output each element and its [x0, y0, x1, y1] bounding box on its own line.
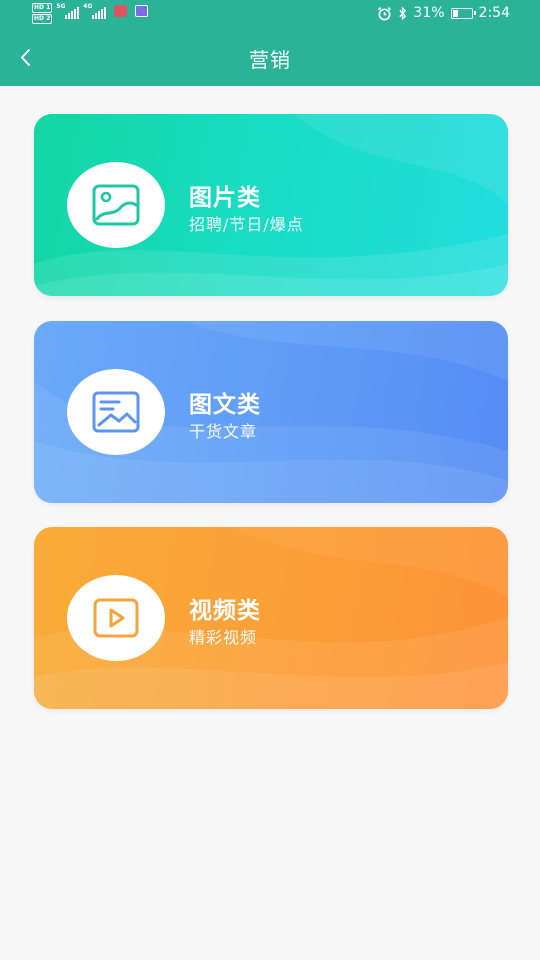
- alarm-icon: [378, 6, 392, 20]
- network-type-1: 5G: [56, 3, 66, 10]
- status-bar: HD 1 HD 2 5G 4G 31% 2:54: [0, 0, 540, 30]
- card-subtitle: 招聘/节日/爆点: [189, 215, 304, 234]
- card-subtitle: 精彩视频: [189, 628, 258, 647]
- battery-level-fill: [452, 9, 458, 17]
- image-icon: [92, 184, 140, 226]
- card-icon-circle: [67, 575, 165, 661]
- bluetooth-icon: [399, 5, 407, 21]
- clock: 2:54: [478, 5, 510, 21]
- card-title: 图片类: [189, 185, 261, 211]
- card-image-category[interactable]: 图片类 招聘/节日/爆点: [34, 114, 508, 296]
- network-type-2: 4G: [83, 3, 93, 10]
- card-icon-circle: [67, 162, 165, 248]
- battery-icon: [450, 7, 476, 19]
- status-left-group: HD 1 HD 2 5G 4G: [32, 3, 149, 24]
- card-title: 视频类: [189, 598, 261, 624]
- notification-app-icon: [114, 5, 128, 17]
- card-icon-circle: [67, 369, 165, 455]
- nav-bar: 营销: [0, 30, 540, 86]
- battery-percent: 31%: [413, 5, 445, 21]
- card-article-category[interactable]: 图文类 干货文章: [34, 321, 508, 503]
- article-image-icon: [92, 391, 140, 433]
- video-play-icon: [93, 598, 139, 638]
- page-title: 营销: [249, 48, 291, 72]
- signal-icon-sim1: 5G: [56, 3, 80, 19]
- status-right-group: 31% 2:54: [377, 5, 510, 21]
- card-title: 图文类: [189, 392, 261, 418]
- hd-indicators: HD 1 HD 2: [32, 3, 53, 24]
- hd-badge-1: HD 1: [32, 3, 53, 13]
- notification-music-icon: [135, 5, 149, 17]
- card-video-category[interactable]: 视频类 精彩视频: [34, 527, 508, 709]
- hd-badge-2: HD 2: [32, 14, 53, 24]
- card-subtitle: 干货文章: [189, 422, 258, 441]
- signal-icon-sim2: 4G: [83, 3, 107, 19]
